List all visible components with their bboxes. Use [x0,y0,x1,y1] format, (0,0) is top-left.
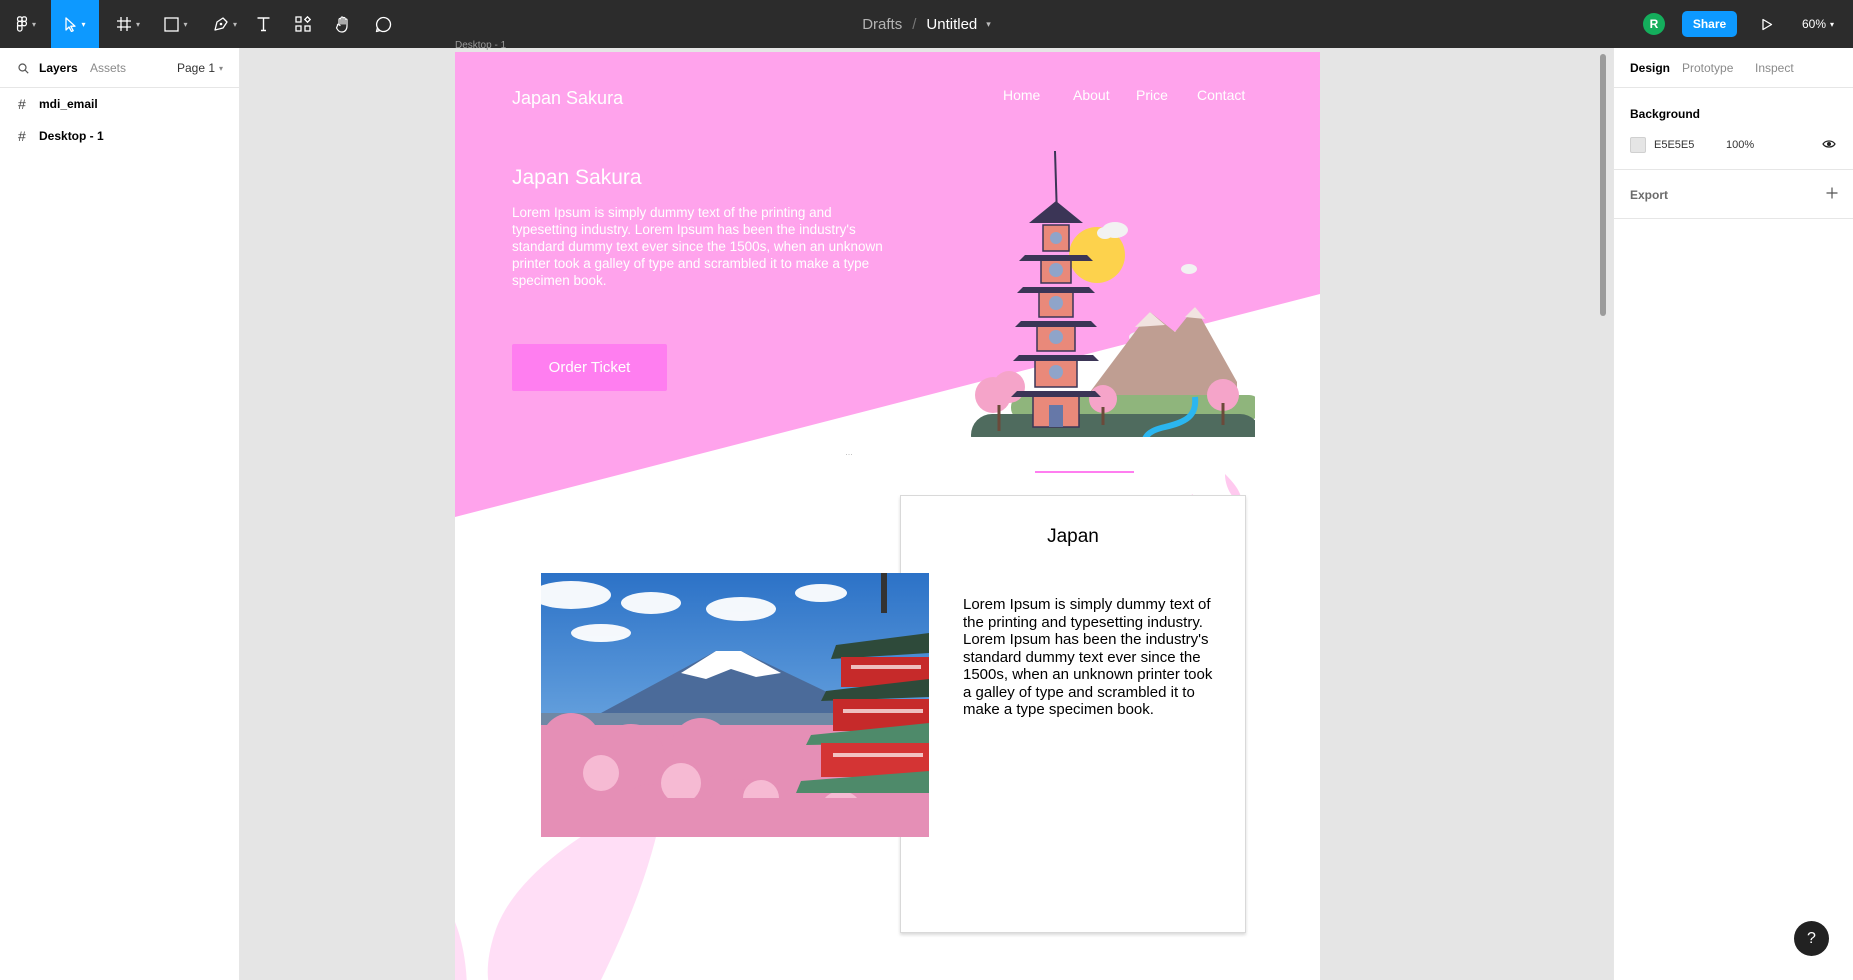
frame-tool-icon [116,17,131,31]
layer-name: mdi_email [39,97,98,111]
tab-inspect[interactable]: Inspect [1755,48,1794,88]
comment-icon [375,16,391,32]
chevron-down-icon: ▾ [183,19,188,29]
frame-tool-button[interactable]: ▾ [108,0,148,48]
tab-assets[interactable]: Assets [90,48,126,88]
frame-label[interactable]: Desktop - 1 [455,40,506,51]
frame-hash-icon: # [18,96,26,112]
pen-tool-icon [214,17,228,31]
page-selector[interactable]: Page 1 ▾ [177,48,223,88]
background-color-swatch[interactable] [1630,137,1646,153]
background-hex[interactable]: E5E5E5 [1654,139,1694,151]
nav-price[interactable]: Price [1136,87,1168,103]
tab-layers[interactable]: Layers [39,48,78,88]
nav-about[interactable]: About [1073,87,1110,103]
breadcrumb-drafts[interactable]: Drafts [862,16,902,33]
page-selector-label: Page 1 [177,61,216,75]
breadcrumb-separator: / [912,15,917,33]
divider-line [1035,471,1134,473]
hero-text[interactable]: Lorem Ipsum is simply dummy text of the … [512,204,892,289]
pen-tool-button[interactable]: ▾ [204,0,246,48]
frame-handle-dots: … [845,448,853,457]
layer-item[interactable]: # Desktop - 1 [0,120,239,152]
file-title[interactable]: Untitled [926,16,977,33]
panel-divider [1614,218,1853,219]
shape-tool-button[interactable]: ▾ [156,0,196,48]
figma-menu-icon [16,16,28,32]
avatar[interactable]: R [1643,13,1665,35]
hand-tool-button[interactable] [330,0,356,48]
help-button[interactable]: ? [1794,921,1829,956]
info-card[interactable]: Japan Lorem Ipsum is simply dummy text o… [900,495,1246,933]
desktop-frame[interactable]: Japan Sakura Home About Price Contact Ja… [455,52,1320,980]
left-panel-tabs: Layers Assets Page 1 ▾ [0,48,239,88]
tab-prototype[interactable]: Prototype [1682,48,1733,88]
comment-button[interactable] [370,0,396,48]
mount-fuji-photo[interactable] [541,573,929,837]
properties-panel: Design Prototype Inspect Background E5E5… [1613,48,1853,980]
top-toolbar: ▾ ▾ ▾ ▾ ▾ Drafts / Untitled ▾ R Share 60… [0,0,1853,48]
zoom-level: 60% [1802,17,1827,31]
right-panel-tabs: Design Prototype Inspect [1614,48,1853,88]
chevron-down-icon: ▾ [135,19,140,29]
hero-title[interactable]: Japan Sakura [512,166,642,190]
card-text[interactable]: Lorem Ipsum is simply dummy text of the … [963,596,1213,719]
hand-tool-icon [335,15,348,33]
tab-design[interactable]: Design [1630,48,1670,88]
canvas-scrollbar[interactable] [1600,54,1606,316]
background-section-title: Background [1630,107,1701,121]
resources-button[interactable] [290,0,316,48]
move-tool-button[interactable]: ▾ [51,0,99,48]
main-menu-button[interactable]: ▾ [8,0,44,48]
layers-panel: Layers Assets Page 1 ▾ # mdi_email # Des… [0,48,240,980]
nav-home[interactable]: Home [1003,87,1040,103]
order-ticket-button[interactable]: Order Ticket [512,344,667,391]
eye-icon[interactable] [1822,139,1836,149]
background-opacity[interactable]: 100% [1726,139,1754,151]
search-icon [18,62,29,74]
search-layers-button[interactable] [18,48,29,88]
add-export-icon[interactable] [1826,187,1838,199]
chevron-down-icon: ▾ [1830,19,1835,29]
chevron-down-icon[interactable]: ▾ [986,19,991,30]
layer-name: Desktop - 1 [39,129,104,143]
site-logo[interactable]: Japan Sakura [512,88,623,109]
chevron-down-icon: ▾ [31,19,36,29]
layer-item[interactable]: # mdi_email [0,88,239,120]
chevron-down-icon: ▾ [81,19,86,29]
nav-contact[interactable]: Contact [1197,87,1245,103]
shape-tool-icon [164,16,180,32]
move-tool-icon [65,16,77,32]
chevron-down-icon: ▾ [219,63,224,73]
present-button[interactable] [1752,0,1782,48]
export-section-title: Export [1630,188,1669,202]
frame-hash-icon: # [18,128,26,144]
play-icon [1762,18,1773,30]
text-tool-icon [257,17,269,32]
resources-icon [295,16,311,32]
share-button[interactable]: Share [1682,11,1737,37]
text-tool-button[interactable] [250,0,276,48]
breadcrumb: Drafts / Untitled ▾ [0,0,1853,48]
panel-divider [1614,169,1853,170]
zoom-menu[interactable]: 60% ▾ [1802,0,1834,48]
chevron-down-icon: ▾ [232,19,237,29]
pagoda-illustration[interactable] [965,137,1255,437]
card-title[interactable]: Japan [901,526,1245,548]
